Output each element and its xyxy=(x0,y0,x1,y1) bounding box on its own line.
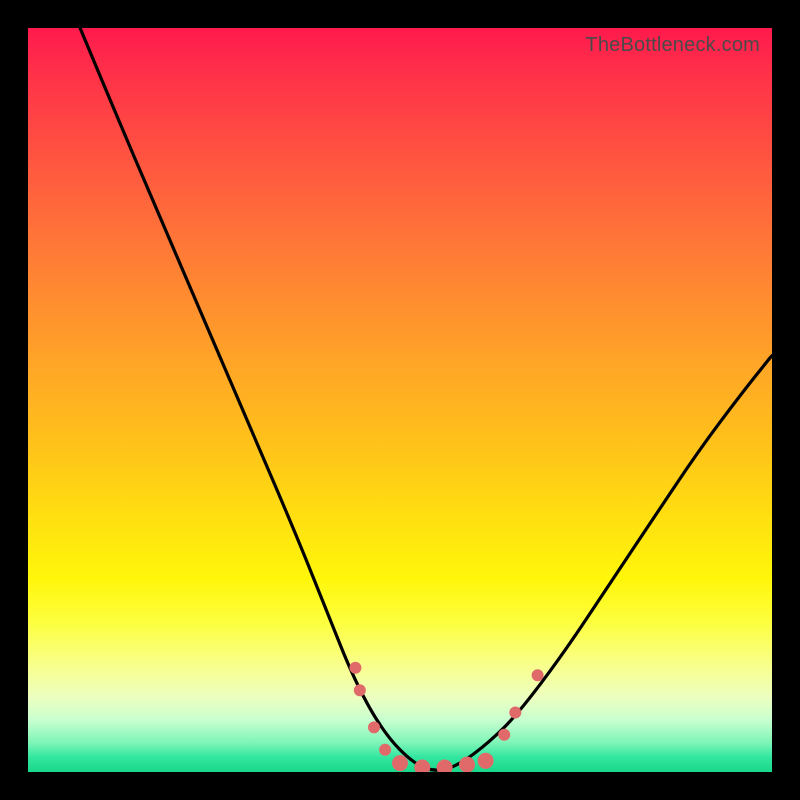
bottleneck-curve xyxy=(80,28,772,770)
curve-marker xyxy=(349,662,361,674)
curve-marker xyxy=(392,755,408,771)
curve-marker xyxy=(498,729,510,741)
outer-frame: TheBottleneck.com xyxy=(0,0,800,800)
marker-group xyxy=(349,662,543,772)
curve-layer xyxy=(28,28,772,772)
curve-marker xyxy=(354,684,366,696)
curve-marker xyxy=(532,669,544,681)
curve-marker xyxy=(478,753,494,769)
plot-area: TheBottleneck.com xyxy=(28,28,772,772)
curve-marker xyxy=(459,757,475,772)
attribution-label: TheBottleneck.com xyxy=(585,34,760,57)
curve-marker xyxy=(368,721,380,733)
curve-marker xyxy=(379,744,391,756)
curve-marker xyxy=(437,760,453,773)
curve-marker xyxy=(414,760,430,773)
curve-marker xyxy=(509,707,521,719)
